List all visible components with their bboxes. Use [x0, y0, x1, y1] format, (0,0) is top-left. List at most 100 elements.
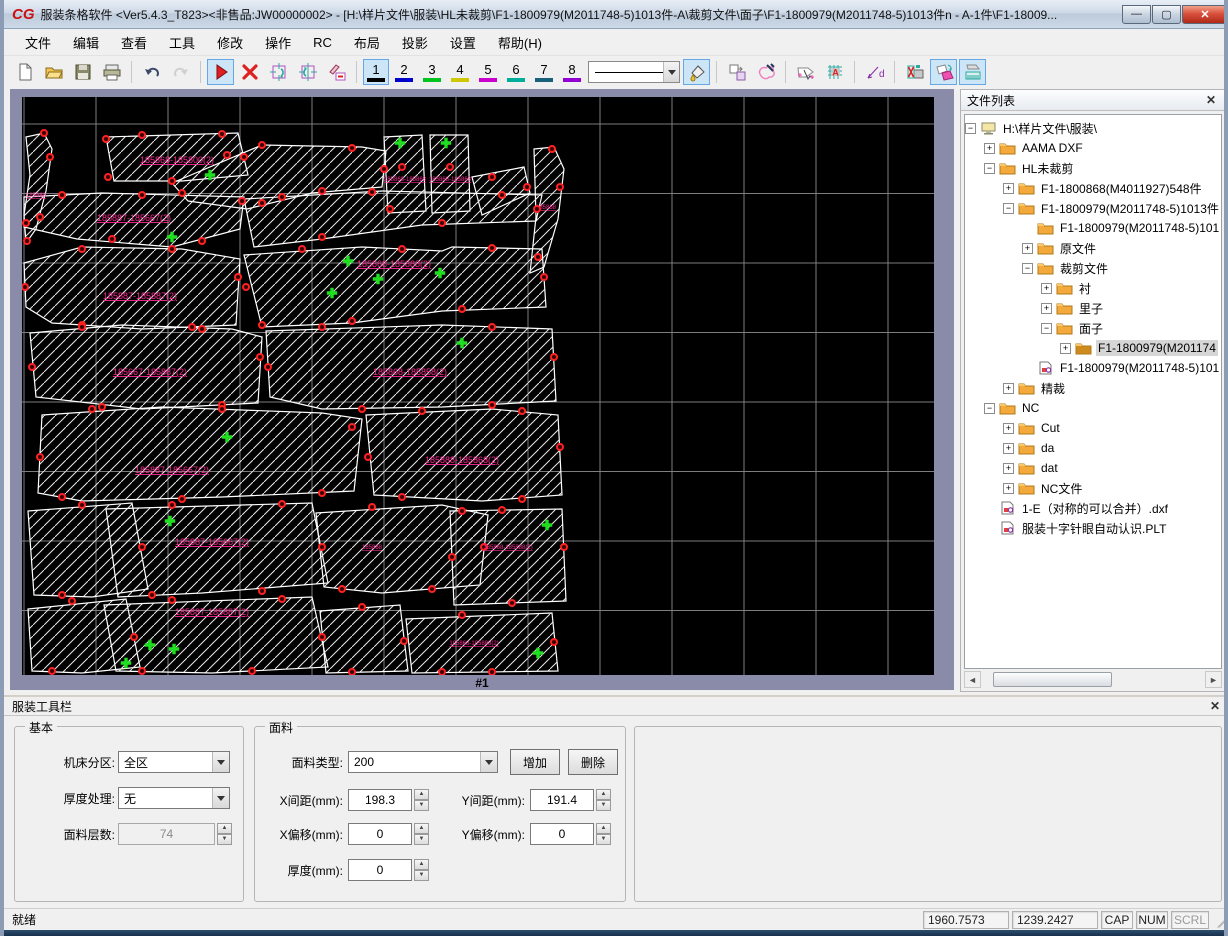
delete-button[interactable]: [236, 59, 263, 85]
menu-item-3[interactable]: 查看: [110, 30, 158, 55]
tree-item-16[interactable]: + Cut: [965, 418, 1221, 438]
expand-icon[interactable]: +: [984, 142, 995, 154]
x-offset-field[interactable]: 0: [348, 823, 412, 845]
tree-item-20[interactable]: 1-E（对称的可以合并）.dxf: [965, 498, 1221, 518]
collapse-icon[interactable]: −: [965, 122, 976, 134]
x-offset-stepper[interactable]: ▲ ▼: [414, 823, 429, 845]
undo-button[interactable]: [138, 59, 165, 85]
maximize-button[interactable]: ▢: [1152, 4, 1181, 24]
pattern-piece-p17[interactable]: [105, 502, 329, 598]
remove-piece-button[interactable]: [901, 59, 928, 85]
delete-fabric-button[interactable]: 删除: [568, 749, 618, 775]
collapse-icon[interactable]: −: [1022, 262, 1033, 274]
menu-item-4[interactable]: 工具: [158, 30, 206, 55]
layer-button-4[interactable]: 4: [447, 59, 473, 85]
layer-button-3[interactable]: 3: [419, 59, 445, 85]
x-gap-stepper[interactable]: ▲ ▼: [414, 789, 429, 811]
menu-item-9[interactable]: 投影: [391, 30, 439, 55]
tree-item-18[interactable]: + dat: [965, 458, 1221, 478]
tree-item-5[interactable]: − F1-1800979(M2011748-5)1013件: [965, 198, 1221, 218]
expand-icon[interactable]: +: [1003, 182, 1014, 194]
pick-piece-button[interactable]: [792, 59, 819, 85]
tree-item-14[interactable]: + 精裁: [965, 378, 1221, 398]
menu-item-2[interactable]: 编辑: [62, 30, 110, 55]
machine-zone-select[interactable]: 全区: [118, 751, 230, 773]
new-file-button[interactable]: [11, 59, 38, 85]
dock-close-icon[interactable]: ✕: [1206, 699, 1224, 713]
tree-item-3[interactable]: − HL未裁剪: [965, 158, 1221, 178]
move-piece-button[interactable]: [930, 59, 957, 85]
line-style-select[interactable]: [588, 61, 680, 83]
save-button[interactable]: [69, 59, 96, 85]
close-button[interactable]: ✕: [1182, 4, 1224, 24]
x-gap-field[interactable]: 198.3: [348, 789, 412, 811]
menu-item-8[interactable]: 布局: [343, 30, 391, 55]
menu-item-7[interactable]: RC: [302, 32, 343, 53]
tree-item-4[interactable]: + F1-1800868(M4011927)548件: [965, 178, 1221, 198]
expand-icon[interactable]: +: [1041, 282, 1052, 294]
redo-button[interactable]: [167, 59, 194, 85]
tree-item-19[interactable]: + NC文件: [965, 478, 1221, 498]
file-list-close-icon[interactable]: ✕: [1203, 93, 1219, 107]
scroll-right-arrow[interactable]: ►: [1205, 671, 1222, 688]
copy-piece-button[interactable]: [723, 59, 750, 85]
thickness-mode-select[interactable]: 无: [118, 787, 230, 809]
tree-item-13[interactable]: F1-1800979(M2011748-5)101: [965, 358, 1221, 378]
thickness-field[interactable]: 0: [348, 859, 412, 881]
file-tree-hscrollbar[interactable]: ◄ ►: [964, 671, 1222, 688]
chevron-down-icon[interactable]: [212, 788, 229, 808]
layer-button-7[interactable]: 7: [531, 59, 557, 85]
chevron-down-icon[interactable]: [212, 752, 229, 772]
layer-button-1[interactable]: 1: [363, 59, 389, 85]
fabric-type-select[interactable]: 200: [348, 751, 498, 773]
pattern-piece-p14[interactable]: [37, 406, 363, 502]
menu-item-1[interactable]: 文件: [14, 30, 62, 55]
add-button[interactable]: 增加: [510, 749, 560, 775]
expand-icon[interactable]: +: [1060, 342, 1071, 354]
edit-outline-button[interactable]: [752, 59, 779, 85]
expand-icon[interactable]: +: [1003, 422, 1014, 434]
tree-item-7[interactable]: + 原文件: [965, 238, 1221, 258]
tree-item-15[interactable]: − NC: [965, 398, 1221, 418]
tree-item-11[interactable]: − 面子: [965, 318, 1221, 338]
tree-item-10[interactable]: + 里子: [965, 298, 1221, 318]
expand-icon[interactable]: +: [1003, 482, 1014, 494]
tree-item-1[interactable]: − H:\样片文件\服装\: [965, 118, 1221, 138]
expand-icon[interactable]: +: [1003, 442, 1014, 454]
rotate-cw-button[interactable]: [294, 59, 321, 85]
measure-piece-button[interactable]: [959, 59, 986, 85]
layer-button-5[interactable]: 5: [475, 59, 501, 85]
scroll-left-arrow[interactable]: ◄: [964, 671, 981, 688]
tree-item-21[interactable]: 服装十字针眼自动认识.PLT: [965, 518, 1221, 538]
y-gap-field[interactable]: 191.4: [530, 789, 594, 811]
tree-item-6[interactable]: F1-1800979(M2011748-5)101: [965, 218, 1221, 238]
expand-icon[interactable]: +: [1022, 242, 1033, 254]
notch-offset-button[interactable]: [323, 59, 350, 85]
layer-button-6[interactable]: 6: [503, 59, 529, 85]
open-file-button[interactable]: [40, 59, 67, 85]
y-gap-stepper[interactable]: ▲ ▼: [596, 789, 611, 811]
collapse-icon[interactable]: −: [1003, 202, 1014, 214]
menu-item-6[interactable]: 操作: [254, 30, 302, 55]
tree-item-9[interactable]: + 衬: [965, 278, 1221, 298]
thickness-stepper[interactable]: ▲ ▼: [414, 859, 429, 881]
expand-icon[interactable]: +: [1041, 302, 1052, 314]
scrollbar-thumb[interactable]: [993, 672, 1112, 687]
pattern-piece-p10[interactable]: [23, 246, 241, 330]
layer-button-8[interactable]: 8: [559, 59, 585, 85]
tree-item-8[interactable]: − 裁剪文件: [965, 258, 1221, 278]
menu-item-5[interactable]: 修改: [206, 30, 254, 55]
nesting-canvas[interactable]: 185868 185868-185800(2) 185868-185868 18586…: [22, 97, 934, 675]
measure-angle-button[interactable]: d: [861, 59, 888, 85]
expand-icon[interactable]: +: [1003, 462, 1014, 474]
chevron-down-icon[interactable]: [480, 752, 497, 772]
grid-text-button[interactable]: A: [821, 59, 848, 85]
y-offset-field[interactable]: 0: [530, 823, 594, 845]
menu-item-11[interactable]: 帮助(H): [487, 30, 553, 55]
collapse-icon[interactable]: −: [1041, 322, 1052, 334]
rotate-ccw-button[interactable]: [265, 59, 292, 85]
fill-tool-button[interactable]: [683, 59, 710, 85]
pattern-piece-p22[interactable]: [319, 604, 409, 674]
collapse-icon[interactable]: −: [984, 162, 995, 174]
chevron-down-icon[interactable]: [663, 62, 679, 82]
